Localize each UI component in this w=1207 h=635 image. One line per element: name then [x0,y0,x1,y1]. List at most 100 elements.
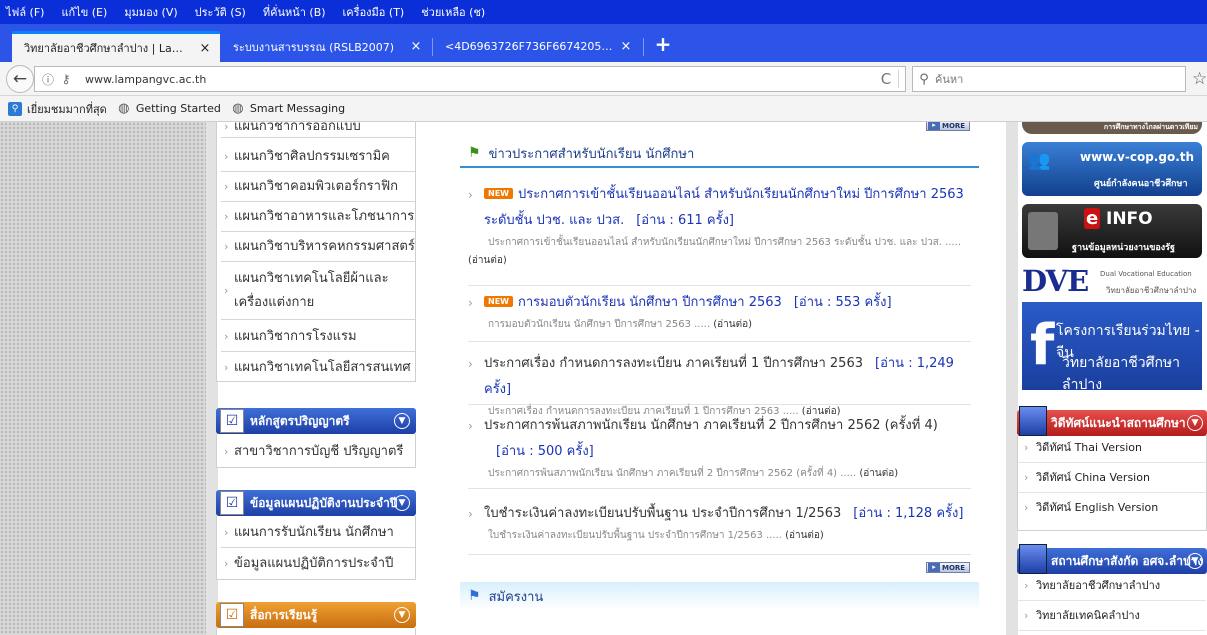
bookmark-most-visited[interactable]: ⚲ เยี่ยมชมมากที่สุด [8,100,107,118]
building-icon [1019,406,1047,436]
school-lampang-tech[interactable]: วิทยาลัยเทคนิคลำปาง [1018,602,1206,631]
news-item: ประกาศการพ้นสภาพนักเรียน นักศึกษา ภาคเรี… [468,413,971,489]
news-summary: ประกาศการพ้นสภาพนักเรียน นักศึกษา ภาคเรี… [468,465,971,483]
read-more-link[interactable]: (อ่านต่อ) [468,255,507,266]
distance-learning-banner[interactable]: การศึกษาทางไกลผ่านดาวเทียม [1022,122,1202,134]
dve-logo: DVE [1022,264,1089,298]
news-title-link[interactable]: ประกาศการพ้นสภาพนักเรียน นักศึกษา ภาคเรี… [468,413,971,465]
news-title[interactable]: ใบชำระเงินค่าลงทะเบียนปรับพื้นฐาน ประจำป… [484,506,841,521]
news-summary: การมอบตัวนักเรียน นักศึกษา ปีการศึกษา 25… [468,316,971,334]
url-text[interactable]: www.lampangvc.ac.th [85,73,874,86]
checklist-icon: ☑ [220,491,244,515]
chevron-down-icon[interactable]: ▼ [394,495,410,511]
tab-rslb[interactable]: ระบบงานสารบรรณ (RSLB2007) × [221,31,431,62]
news-item: NEW การมอบตัวนักเรียน นักศึกษา ปีการศึกษา… [468,290,971,342]
sidebar-item-annual-plan[interactable]: ข้อมูลแผนปฏิบัติการประจำปี [221,548,415,578]
video-header[interactable]: วิดีทัศน์แนะนำสถานศึกษา ▼ [1017,406,1207,436]
flag-icon: ⚑ [468,588,481,604]
tab-document[interactable]: <4D6963726F736F667420576F72... × [433,31,641,62]
news-summary-cont: (อ่านต่อ) [468,252,971,270]
facebook-icon: f [1030,313,1055,378]
plan-header[interactable]: ☑ ข้อมูลแผนปฏิบัติงานประจำปี ▼ [216,490,416,516]
vcop-banner[interactable]: 👥 www.v-cop.go.th ศูนย์กำลังคนอาชีวศึกษา [1022,142,1202,196]
chevron-down-icon[interactable]: ▼ [394,413,410,429]
facebook-banner[interactable]: f โครงการเรียนร่วมไทย - จีน วิทยาลัยอาชี… [1022,302,1202,393]
chevron-down-icon[interactable]: ▼ [1187,415,1203,431]
database-icon [1028,212,1058,250]
school-lampangvc[interactable]: วิทยาลัยอาชีวศึกษาลำปาง [1018,572,1206,601]
news-title-link[interactable]: ใบชำระเงินค่าลงทะเบียนปรับพื้นฐาน ประจำป… [468,501,971,527]
back-button[interactable]: ← [6,65,34,93]
news-title[interactable]: ประกาศการพ้นสภาพนักเรียน นักศึกษา ภาคเรี… [484,418,938,433]
sidebar-item-admission-plan[interactable]: แผนการรับนักเรียน นักศึกษา [221,518,415,548]
bookmark-label: เยี่ยมชมมากที่สุด [27,102,107,116]
globe-icon: ◍ [118,101,130,116]
most-visited-icon: ⚲ [8,101,22,116]
banner-subtext: ศูนย์กำลังคนอาชีวศึกษา [1094,179,1188,189]
banner-text: www.v-cop.go.th [1080,150,1195,164]
chevron-down-icon[interactable]: ▼ [394,607,410,623]
news-summary: ใบชำระเงินค่าลงทะเบียนปรับพื้นฐาน ประจำป… [468,527,971,545]
read-count: [อ่าน : 1,128 ครั้ง] [853,506,964,521]
banner-text: การศึกษาทางไกลผ่านดาวเทียม [1103,123,1198,131]
sidebar-item-food-nutrition[interactable]: แผนกวิชาอาหารและโภชนาการ [221,202,415,232]
schools-header[interactable]: สถานศึกษาสังกัด อศจ.ลำปาง ▼ [1017,544,1207,574]
close-tab-icon[interactable]: × [198,41,212,56]
chevron-down-icon[interactable]: ▼ [1187,553,1203,569]
news-title-link[interactable]: ประกาศเรื่อง กำหนดการลงทะเบียน ภาคเรียนท… [468,351,971,403]
bookmark-label: Getting Started [135,102,221,115]
close-tab-icon[interactable]: × [619,39,633,54]
sidebar-item-textile-fashion[interactable]: แผนกวิชาเทคโนโลยีผ้าและเครื่องแต่งกาย [221,262,415,320]
read-more-link[interactable]: (อ่านต่อ) [785,530,824,541]
news-title[interactable]: ประกาศเรื่อง กำหนดการลงทะเบียน ภาคเรียนท… [484,356,863,371]
tab-lampangvc[interactable]: วิทยาลัยอาชีวศึกษาลำปาง | Lampan... × [12,31,220,62]
bookmark-label: Smart Messaging [249,102,346,115]
read-count: [อ่าน : 611 ครั้ง] [636,213,734,228]
news-title-link[interactable]: NEW การมอบตัวนักเรียน นักศึกษา ปีการศึกษา… [468,290,971,316]
new-tab-button[interactable]: + [652,34,674,56]
read-more-link[interactable]: (อ่านต่อ) [713,319,752,330]
sidebar-item-design[interactable]: แผนกวิชาการออกแบบ [221,122,415,139]
sidebar-item-home-economics[interactable]: แผนกวิชาบริหารคหกรรมศาสตร์ [221,232,415,262]
menu-tools[interactable]: เครื่องมือ (T) [343,3,405,21]
media-header[interactable]: ☑ สื่อการเรียนรู้ ▼ [216,602,416,628]
news-item: ใบชำระเงินค่าลงทะเบียนปรับพื้นฐาน ประจำป… [468,501,971,555]
arrow-icon: ▸ [928,563,940,572]
banner-subtext: ฐานข้อมูลหน่วยงานของรัฐ [1072,243,1175,253]
einfo-banner[interactable]: e INFO ฐานข้อมูลหน่วยงานของรัฐ [1022,204,1202,258]
url-bar[interactable]: ⓘ ⚷ www.lampangvc.ac.th C [34,66,906,92]
bookmark-star-icon[interactable]: ☆ [1192,69,1207,89]
menu-edit[interactable]: แก้ไข (E) [61,3,107,21]
bookmark-getting-started[interactable]: ◍ Getting Started [117,101,221,116]
summary-text: ประกาศการเข้าชั้นเรียนออนไลน์ สำหรับนักเ… [488,237,962,248]
search-box[interactable]: ⚲ ค้นหา [912,66,1186,92]
menu-file[interactable]: ไฟล์ (F) [6,3,44,21]
reload-icon[interactable]: C [874,70,898,88]
news-item: ประกาศเรื่อง กำหนดการลงทะเบียน ภาคเรียนท… [468,351,971,417]
sidebar-item-computer-graphics[interactable]: แผนกวิชาคอมพิวเตอร์กราฟิก [221,172,415,202]
menu-history[interactable]: ประวัติ (S) [195,3,246,21]
news-title-link[interactable]: NEWประกาศการเข้าชั้นเรียนออนไลน์ สำหรับน… [468,182,971,234]
dve-banner[interactable]: DVE Dual Vocational Education วิทยาลัยอา… [1022,264,1202,300]
menu-help[interactable]: ช่วยเหลือ (ช) [421,3,485,21]
more-button[interactable]: ▸ MORE [926,122,970,131]
bachelor-header[interactable]: ☑ หลักสูตรปริญญาตรี ▼ [216,408,416,434]
tab-bar: วิทยาลัยอาชีวศึกษาลำปาง | Lampan... × ระ… [0,24,1207,62]
sidebar-item-accounting[interactable]: สาขาวิชาการบัญชี ปริญญาตรี [221,437,415,465]
read-more-link[interactable]: (อ่านต่อ) [859,468,898,479]
info-icon[interactable]: ⓘ [39,71,57,88]
menu-bookmarks[interactable]: ที่คั่นหน้า (B) [263,3,326,21]
close-tab-icon[interactable]: × [409,39,423,54]
tab-label: <4D6963726F736F667420576F72... [445,40,613,53]
search-input[interactable]: ค้นหา [935,70,963,88]
media-title: สื่อการเรียนรู้ [250,607,318,622]
menu-view[interactable]: มุมมอง (V) [124,3,177,21]
bookmark-smart-messaging[interactable]: ◍ Smart Messaging [231,101,346,116]
more-label: MORE [942,563,966,572]
new-badge: NEW [484,188,513,199]
sidebar-item-ceramics[interactable]: แผนกวิชาศิลปกรรมเซรามิค [221,142,415,172]
more-button[interactable]: ▸ MORE [926,562,970,573]
sidebar-item-it[interactable]: แผนกวิชาเทคโนโลยีสารสนเทศ [221,352,415,382]
sidebar-item-hotel[interactable]: แผนกวิชาการโรงแรม [221,321,415,352]
news-title[interactable]: การมอบตัวนักเรียน นักศึกษา ปีการศึกษา 25… [518,295,782,310]
